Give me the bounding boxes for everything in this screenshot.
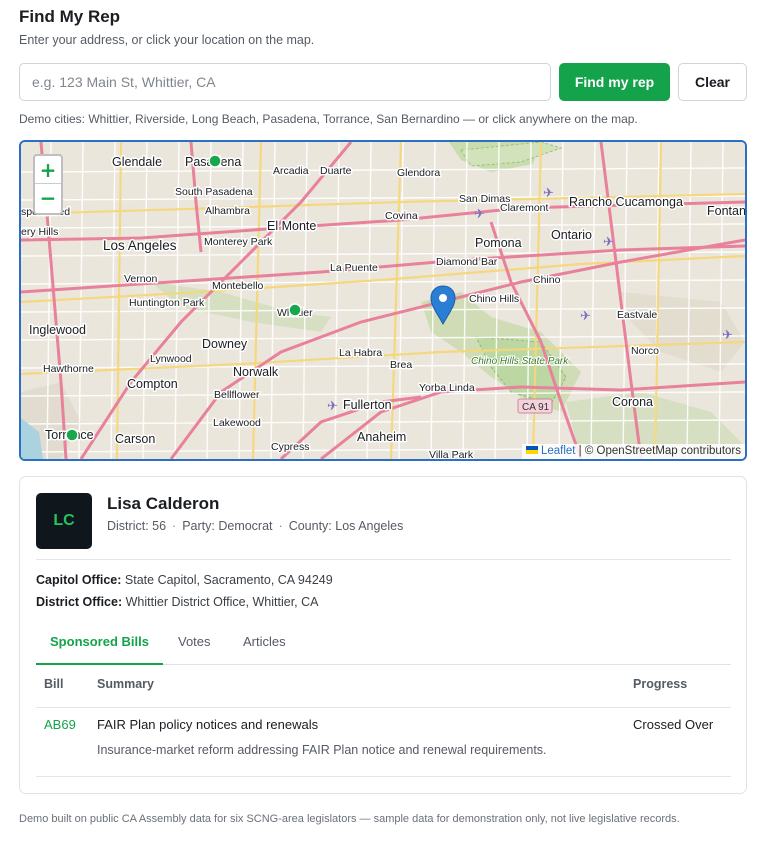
place-label: Carson [115, 432, 155, 446]
place-label: Montebello [212, 280, 264, 292]
place-label: Glendale [112, 155, 162, 169]
park-label: Chino Hills State Park [471, 356, 569, 367]
zoom-in-button[interactable]: + [35, 156, 61, 184]
place-label: Arcadia [273, 165, 309, 177]
bill-description: Insurance-market reform addressing FAIR … [97, 743, 547, 757]
tab-bar: Sponsored Bills Votes Articles [36, 634, 731, 665]
zoom-control: + − [33, 154, 63, 215]
place-label: Downey [202, 337, 248, 351]
place-label: Eastvale [617, 309, 657, 321]
place-label: Norco [631, 345, 659, 357]
bill-link[interactable]: AB69 [44, 717, 76, 732]
divider [36, 707, 731, 708]
airport-icon: ✈ [580, 309, 591, 324]
rep-district: District: 56 [107, 519, 167, 533]
rep-party: Party: Democrat [182, 519, 273, 533]
airport-icon: ✈ [543, 186, 554, 201]
district-office: District Office: Whittier District Offic… [36, 595, 318, 609]
page-title: Find My Rep [19, 7, 121, 26]
place-label: Claremont [500, 202, 549, 214]
osm-attribution: | © OpenStreetMap contributors [578, 445, 741, 457]
place-label: Corona [612, 395, 653, 409]
place-label: Lakewood [213, 417, 261, 429]
tab-votes[interactable]: Votes [178, 634, 211, 665]
place-label: El Monte [267, 219, 316, 233]
place-label: Brea [390, 359, 412, 371]
rep-meta: District: 56 · Party: Democrat · County: Los… [107, 519, 403, 533]
place-label: Chino [533, 274, 561, 286]
district-office-label: District Office: [36, 595, 123, 609]
rep-card: LC Lisa Calderon District: 56 · Party: Dem… [19, 476, 747, 794]
capitol-office-label: Capitol Office: [36, 573, 122, 587]
place-label: Glendora [397, 167, 440, 179]
place-label: South Pasadena [175, 186, 253, 198]
divider [36, 776, 731, 777]
place-label: Fullerton [343, 398, 392, 412]
leaflet-link[interactable]: Leaflet [541, 445, 576, 457]
tab-sponsored-bills[interactable]: Sponsored Bills [36, 634, 163, 665]
district-office-value: Whittier District Office, Whittier, CA [125, 595, 319, 609]
footer-note: Demo built on public CA Assembly data fo… [19, 813, 680, 825]
bill-summary: FAIR Plan policy notices and renewals [97, 717, 319, 732]
ukraine-flag-icon [525, 446, 538, 454]
airport-icon: ✈ [722, 328, 733, 343]
bill-progress: Crossed Over [633, 717, 714, 732]
place-label: Chino Hills [469, 293, 519, 305]
tab-articles[interactable]: Articles [243, 634, 286, 665]
place-label: ery Hills [21, 226, 58, 238]
rep-county: County: Los Angeles [288, 519, 404, 533]
meta-separator: · [172, 519, 177, 533]
place-label: Monterey Park [204, 236, 273, 248]
place-label: Bellflower [214, 389, 260, 401]
place-label: Rancho Cucamonga [569, 195, 683, 209]
place-label: Cypress [271, 441, 310, 453]
place-label: La Puente [330, 262, 378, 274]
map-attribution: Leaflet | © OpenStreetMap contributors [521, 444, 745, 459]
place-label: Duarte [320, 165, 352, 177]
place-label: Compton [127, 377, 178, 391]
place-label: Inglewood [29, 323, 86, 337]
divider [36, 559, 731, 560]
avatar: LC [36, 493, 92, 549]
city-marker-torrance[interactable] [65, 428, 79, 442]
airport-icon: ✈ [603, 235, 614, 250]
clear-button[interactable]: Clear [678, 63, 747, 101]
map-labels: Glendale Pasadena Arcadia Duarte Glendor… [21, 154, 745, 460]
place-label: Huntington Park [129, 297, 205, 309]
airport-icon: ✈ [474, 207, 485, 222]
place-label: Pomona [475, 236, 522, 250]
place-label: Norwalk [233, 365, 279, 379]
page-subtitle: Enter your address, or click your locati… [19, 33, 315, 47]
place-label: Anaheim [357, 430, 406, 444]
place-label: Hawthorne [43, 363, 94, 375]
airport-icon: ✈ [327, 399, 338, 414]
place-label: Vernon [124, 273, 157, 285]
rep-name: Lisa Calderon [107, 494, 220, 513]
highway-label: CA 91 [522, 402, 550, 413]
place-label: Diamond Bar [436, 256, 498, 268]
location-pin-icon[interactable] [430, 285, 456, 326]
meta-separator: · [278, 519, 283, 533]
place-label: Alhambra [205, 205, 250, 217]
column-header-progress: Progress [633, 677, 688, 691]
place-label: Covina [385, 210, 418, 222]
city-marker-pasadena[interactable] [208, 154, 222, 168]
place-label: Yorba Linda [419, 382, 475, 394]
place-label: La Habra [339, 347, 382, 359]
demo-cities-hint: Demo cities: Whittier, Riverside, Long B… [19, 112, 638, 126]
address-search-input[interactable] [19, 63, 551, 101]
find-my-rep-button[interactable]: Find my rep [559, 63, 670, 101]
place-label: Lynwood [150, 353, 192, 365]
place-label: Fontan [707, 204, 745, 218]
place-label: Los Angeles [103, 238, 177, 253]
place-label: Villa Park [429, 449, 474, 459]
map[interactable]: Glendale Pasadena Arcadia Duarte Glendor… [19, 140, 747, 461]
city-marker-whittier[interactable] [288, 303, 302, 317]
place-label: Ontario [551, 228, 592, 242]
capitol-office: Capitol Office: State Capitol, Sacrament… [36, 573, 333, 587]
column-header-summary: Summary [97, 677, 154, 691]
column-header-bill: Bill [44, 677, 64, 691]
capitol-office-value: State Capitol, Sacramento, CA 94249 [124, 573, 333, 587]
zoom-out-button[interactable]: − [35, 184, 61, 212]
